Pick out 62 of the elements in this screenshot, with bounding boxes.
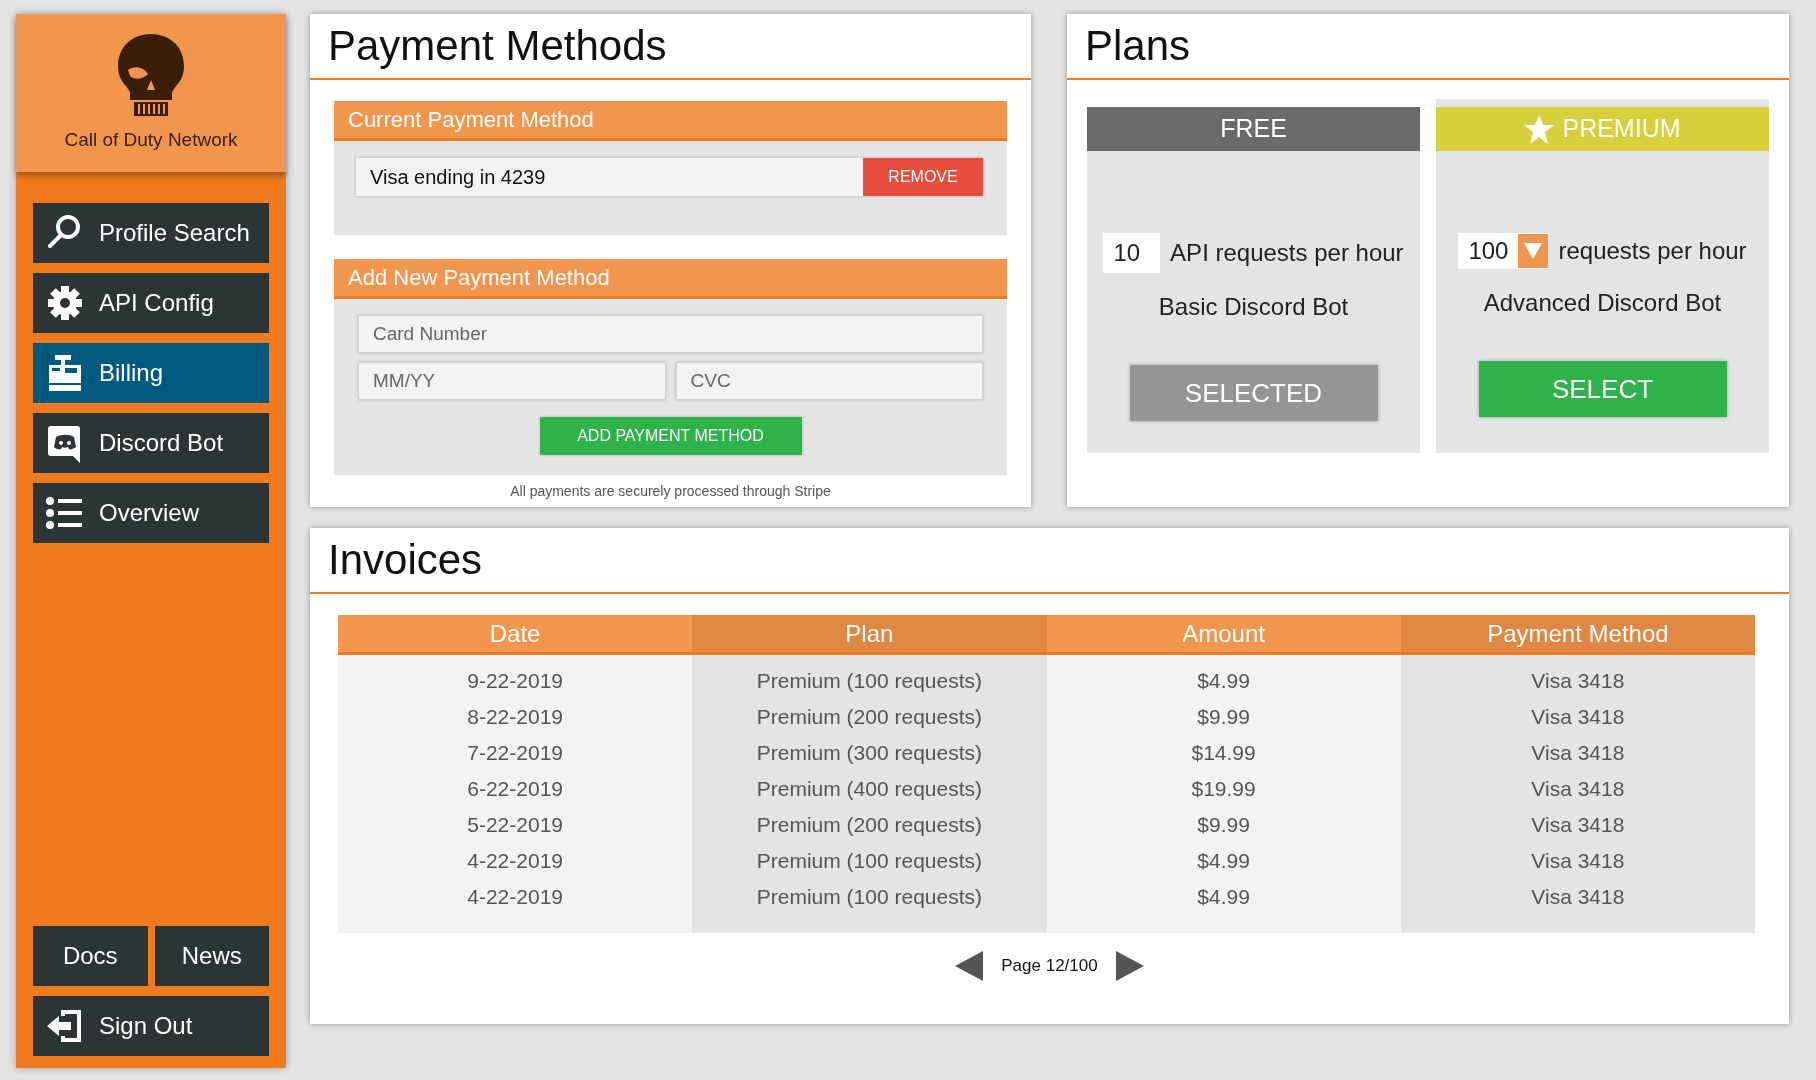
footer-link[interactable]: News — [154, 926, 269, 986]
table-cell-text: Visa 3418 — [1531, 776, 1625, 802]
table-cell-text: $14.99 — [1191, 740, 1256, 766]
table-cell-text: $9.99 — [1197, 704, 1250, 730]
table-cell-text: Visa 3418 — [1531, 884, 1625, 910]
table-cell-text: $19.99 — [1191, 776, 1256, 802]
stripe-note: All payments are securely processed through Stripe — [509, 482, 832, 501]
table-cell-text: Premium (300 requests) — [756, 740, 982, 766]
table-cell-text: $4.99 — [1197, 884, 1250, 910]
table-cell-text: 4-22-2019 — [467, 884, 563, 910]
previous-page-icon[interactable] — [955, 951, 984, 981]
table-cell-text: Premium (200 requests) — [756, 812, 982, 838]
requests-label: requests per hour — [1558, 236, 1747, 266]
table-cell-text: Visa 3418 — [1531, 668, 1625, 694]
table-cell-text: Premium (100 requests) — [756, 668, 982, 694]
plan-description: Advanced Discord Bot — [1483, 288, 1722, 318]
gear-icon — [45, 283, 85, 323]
dropdown-arrow-icon — [1524, 243, 1543, 259]
table-cell-text: $4.99 — [1197, 668, 1250, 694]
brand-name: Call of Duty Network — [64, 127, 238, 152]
table-cell-text: 7-22-2019 — [467, 740, 563, 766]
star-icon — [1524, 114, 1555, 144]
plan-description: Basic Discord Bot — [1158, 292, 1349, 322]
section-header: Current Payment Method — [334, 101, 1007, 141]
table-cell-text: Premium (400 requests) — [756, 776, 982, 802]
panel-title: Payment Methods — [310, 14, 1031, 80]
nav-item[interactable]: Discord Bot — [33, 413, 269, 473]
table-cell-text: Visa 3418 — [1531, 704, 1625, 730]
expiry-field[interactable]: MM/YY — [358, 362, 666, 400]
plan-name: FREE — [1220, 113, 1287, 145]
nav-item[interactable]: Overview — [33, 483, 269, 543]
requests-dropdown[interactable]: 100 — [1458, 233, 1549, 269]
table-cell-text: Visa 3418 — [1531, 812, 1625, 838]
plan-name: PREMIUM — [1562, 113, 1681, 145]
current-card-text: Visa ending in 4239 — [356, 158, 863, 196]
table-cell-text: Premium (200 requests) — [756, 704, 982, 730]
remove-button[interactable]: REMOVE — [863, 158, 983, 196]
panel-title: Plans — [1067, 14, 1789, 80]
sign-out-button[interactable]: Sign Out — [33, 996, 269, 1056]
table-cell-text: 6-22-2019 — [467, 776, 563, 802]
footer-link[interactable]: Docs — [33, 926, 148, 986]
table-cell-text: 9-22-2019 — [467, 668, 563, 694]
nav-item[interactable]: API Config — [33, 273, 269, 333]
table-cell-text: Visa 3418 — [1531, 740, 1625, 766]
table-cell-text: 4-22-2019 — [467, 848, 563, 874]
table-cell-text: 5-22-2019 — [467, 812, 563, 838]
card-number-field[interactable]: Card Number — [358, 315, 983, 353]
table-cell-text: 8-22-2019 — [467, 704, 563, 730]
nav-item[interactable]: Billing — [33, 343, 269, 403]
next-page-icon[interactable] — [1115, 951, 1144, 981]
panel-title: Invoices — [310, 528, 1789, 594]
cvc-field[interactable]: CVC — [675, 362, 983, 400]
table-cell-text: $9.99 — [1197, 812, 1250, 838]
page-indicator: Page 12/100 — [1001, 955, 1098, 978]
nav-item[interactable]: Profile Search — [33, 203, 269, 263]
table-cell-text: Premium (100 requests) — [756, 848, 982, 874]
table-cell-text: $4.99 — [1197, 848, 1250, 874]
requests-field: 10 — [1103, 233, 1161, 273]
table-cell-text: Visa 3418 — [1531, 848, 1625, 874]
section-header: Add New Payment Method — [334, 259, 1007, 299]
requests-label: API requests per hour — [1170, 238, 1404, 268]
table-cell-text: Premium (100 requests) — [756, 884, 982, 910]
